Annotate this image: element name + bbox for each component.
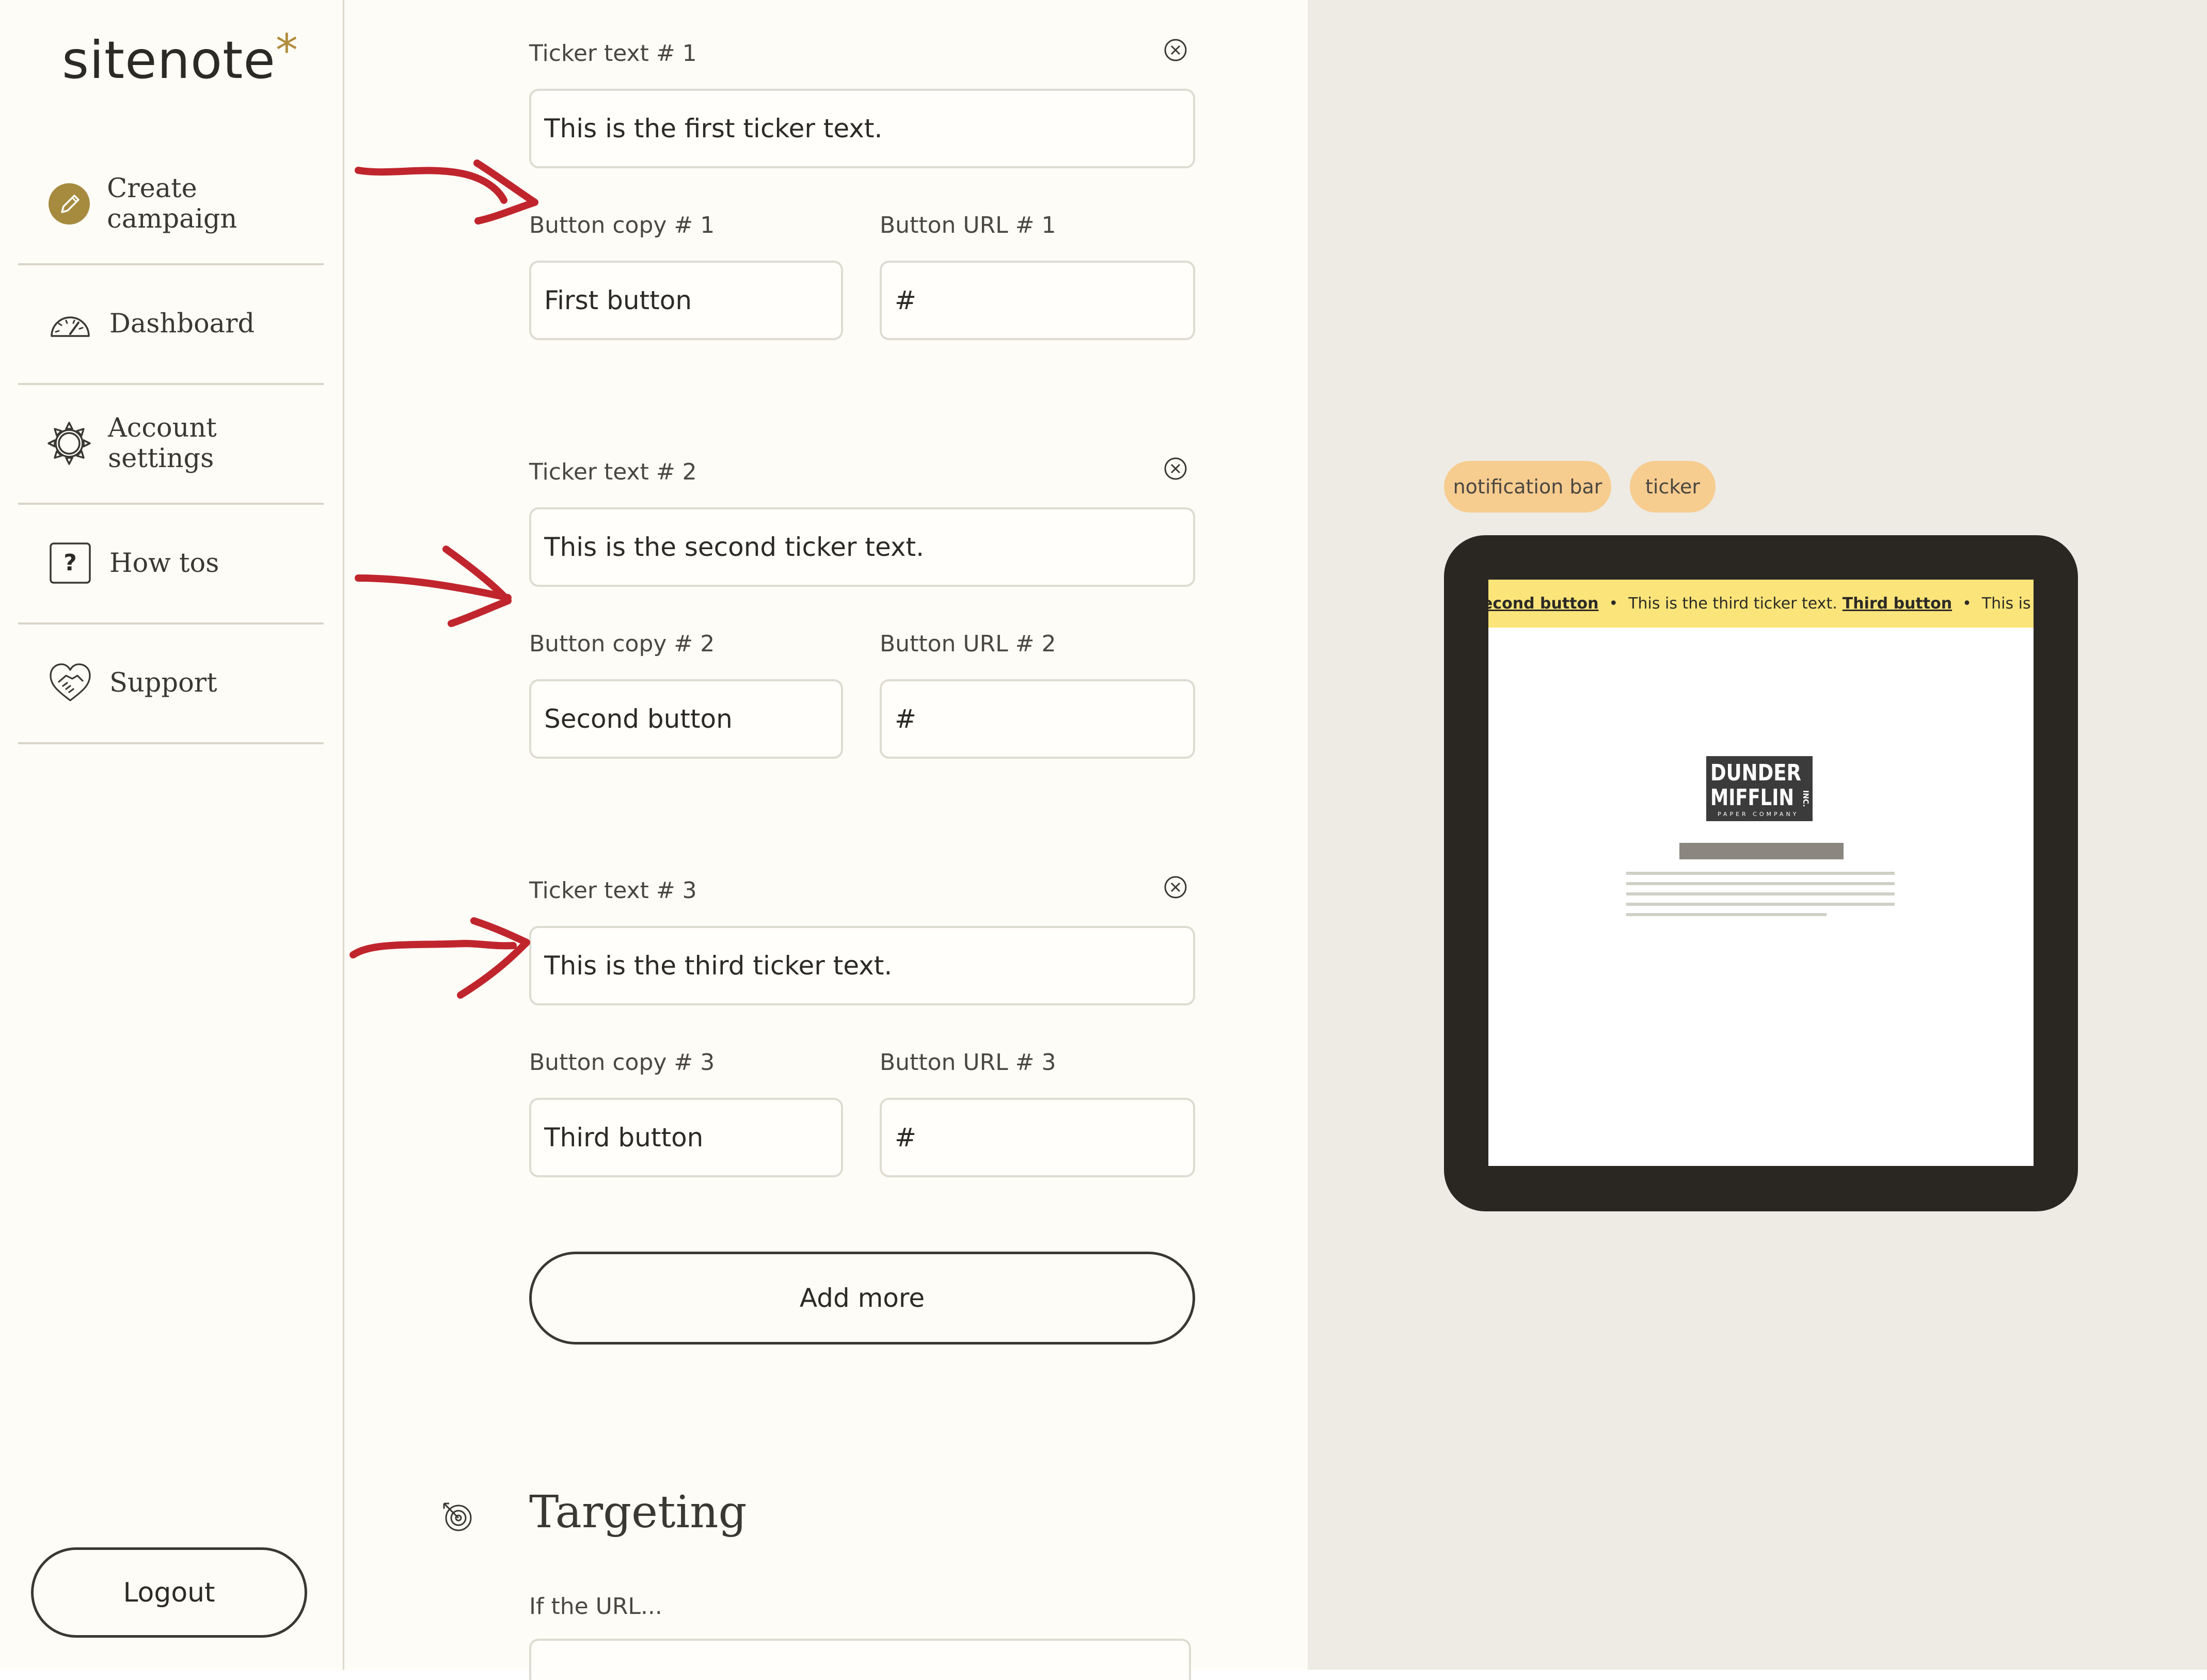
target-icon: [443, 1502, 472, 1531]
sidebar-item-support[interactable]: Support: [18, 623, 324, 744]
speedometer-icon: [46, 300, 94, 347]
annotation-arrow: [350, 917, 530, 999]
tag-notification-bar[interactable]: notification bar: [1444, 461, 1611, 513]
button-url-label: Button URL # 1: [880, 212, 1056, 238]
tag-ticker[interactable]: ticker: [1630, 461, 1716, 513]
dunder-mifflin-logo: DUNDER MIFFLIN INC. PAPER COMPANY: [1706, 756, 1813, 821]
ticker-text-input[interactable]: [529, 926, 1195, 1005]
ticker-separator: •: [1609, 595, 1618, 613]
url-condition-label: If the URL...: [529, 1593, 662, 1620]
button-url-input[interactable]: [880, 679, 1195, 759]
handshake-icon: [46, 659, 94, 707]
remove-ticker-icon[interactable]: [1164, 875, 1187, 899]
text-placeholder-line: [1626, 913, 1827, 916]
button-copy-label: Button copy # 3: [529, 1049, 715, 1076]
button-copy-input[interactable]: [529, 1098, 843, 1177]
text-placeholder-line: [1626, 903, 1895, 906]
pencil-icon: [46, 180, 91, 228]
text-placeholder-line: [1626, 892, 1895, 895]
url-condition-input[interactable]: [529, 1639, 1191, 1680]
device-screen: econd button • This is the third ticker …: [1488, 580, 2034, 1166]
button-url-input[interactable]: [880, 261, 1195, 340]
ticker-text-label: Ticker text # 3: [529, 877, 697, 904]
sidebar-item-how-tos[interactable]: ? How tos: [18, 504, 324, 625]
sidebar: sitenote* Create campaign Dashboard Acco…: [0, 0, 344, 1670]
app-logo-star: *: [275, 25, 298, 76]
campaign-form: [344, 0, 1308, 1670]
app-logo-text: sitenote: [62, 30, 276, 90]
sidebar-item-label: How tos: [109, 548, 219, 579]
logo-sub: PAPER COMPANY: [1718, 811, 1799, 818]
text-placeholder-line: [1626, 882, 1895, 885]
button-copy-input[interactable]: [529, 679, 843, 759]
sidebar-item-label: Account settings: [107, 413, 217, 474]
ticker-bar-preview: econd button • This is the third ticker …: [1488, 580, 2034, 628]
button-url-input[interactable]: [880, 1098, 1195, 1177]
logo-line2: MIFFLIN: [1710, 785, 1794, 811]
button-copy-label: Button copy # 2: [529, 631, 715, 657]
sidebar-item-label: Support: [109, 667, 217, 698]
ticker-text: This is the third ticker text.: [1628, 595, 1837, 613]
targeting-heading: Targeting: [529, 1486, 747, 1538]
headline-placeholder: [1679, 843, 1844, 859]
logo-line1: DUNDER: [1710, 760, 1801, 786]
ticker-button-link[interactable]: Third button: [1843, 595, 1952, 613]
annotation-arrow: [355, 546, 512, 627]
ticker-text: This is the f: [1981, 595, 2034, 613]
gear-icon: [46, 420, 92, 467]
ticker-track: econd button • This is the third ticker …: [1488, 580, 2034, 628]
logout-button[interactable]: Logout: [31, 1547, 307, 1638]
remove-ticker-icon[interactable]: [1164, 457, 1187, 481]
sidebar-item-create-campaign[interactable]: Create campaign: [18, 145, 324, 265]
text-placeholder-line: [1626, 872, 1895, 875]
app-logo[interactable]: sitenote*: [62, 25, 298, 90]
ticker-text-label: Ticker text # 1: [529, 40, 697, 67]
sidebar-item-label: Dashboard: [109, 308, 255, 339]
ticker-separator: •: [1962, 595, 1972, 613]
remove-ticker-icon[interactable]: [1164, 38, 1187, 62]
ticker-text-input[interactable]: [529, 507, 1195, 587]
add-more-button[interactable]: Add more: [529, 1252, 1195, 1345]
logo-tag: INC.: [1801, 790, 1809, 807]
sidebar-item-label: Create campaign: [107, 173, 237, 234]
sidebar-item-account-settings[interactable]: Account settings: [18, 384, 324, 505]
sidebar-item-dashboard[interactable]: Dashboard: [18, 264, 324, 385]
button-url-label: Button URL # 3: [880, 1049, 1056, 1076]
ticker-button-link[interactable]: econd button: [1488, 595, 1599, 613]
annotation-arrow: [355, 159, 538, 225]
ticker-text-input[interactable]: [529, 89, 1195, 168]
question-icon: ?: [46, 539, 94, 587]
button-url-label: Button URL # 2: [880, 631, 1056, 657]
ticker-text-label: Ticker text # 2: [529, 459, 697, 485]
svg-text:?: ?: [63, 550, 77, 576]
button-copy-input[interactable]: [529, 261, 843, 340]
